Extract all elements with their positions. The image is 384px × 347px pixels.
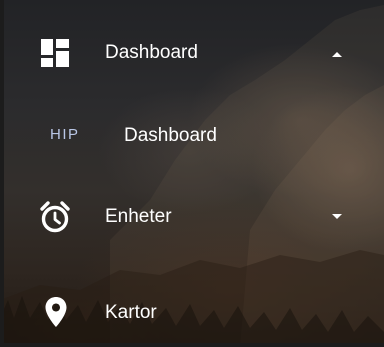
map-pin-icon xyxy=(45,297,67,327)
dashboard-icon xyxy=(41,39,69,67)
menu-item-kartor[interactable]: Kartor xyxy=(0,282,384,342)
caret-up-icon[interactable] xyxy=(330,49,344,59)
menu-item-enheter-label: Enheter xyxy=(105,206,172,227)
alarm-clock-icon xyxy=(40,201,70,233)
menu-item-kartor-label: Kartor xyxy=(105,302,157,323)
submenu-item-dashboard-label: Dashboard xyxy=(124,125,217,146)
hip-prefix: HIP xyxy=(50,126,80,143)
menu-item-enheter[interactable]: Enheter xyxy=(0,186,384,246)
menu-item-dashboard[interactable]: Dashboard xyxy=(0,22,384,82)
menu-item-dashboard-label: Dashboard xyxy=(105,42,198,63)
submenu-item-hip-dashboard[interactable]: HIP Dashboard xyxy=(0,106,384,166)
caret-down-icon[interactable] xyxy=(330,212,344,222)
bottom-border xyxy=(0,343,384,347)
sidebar-nav: Dashboard HIP Dashboard Enheter Kartor xyxy=(0,0,384,347)
